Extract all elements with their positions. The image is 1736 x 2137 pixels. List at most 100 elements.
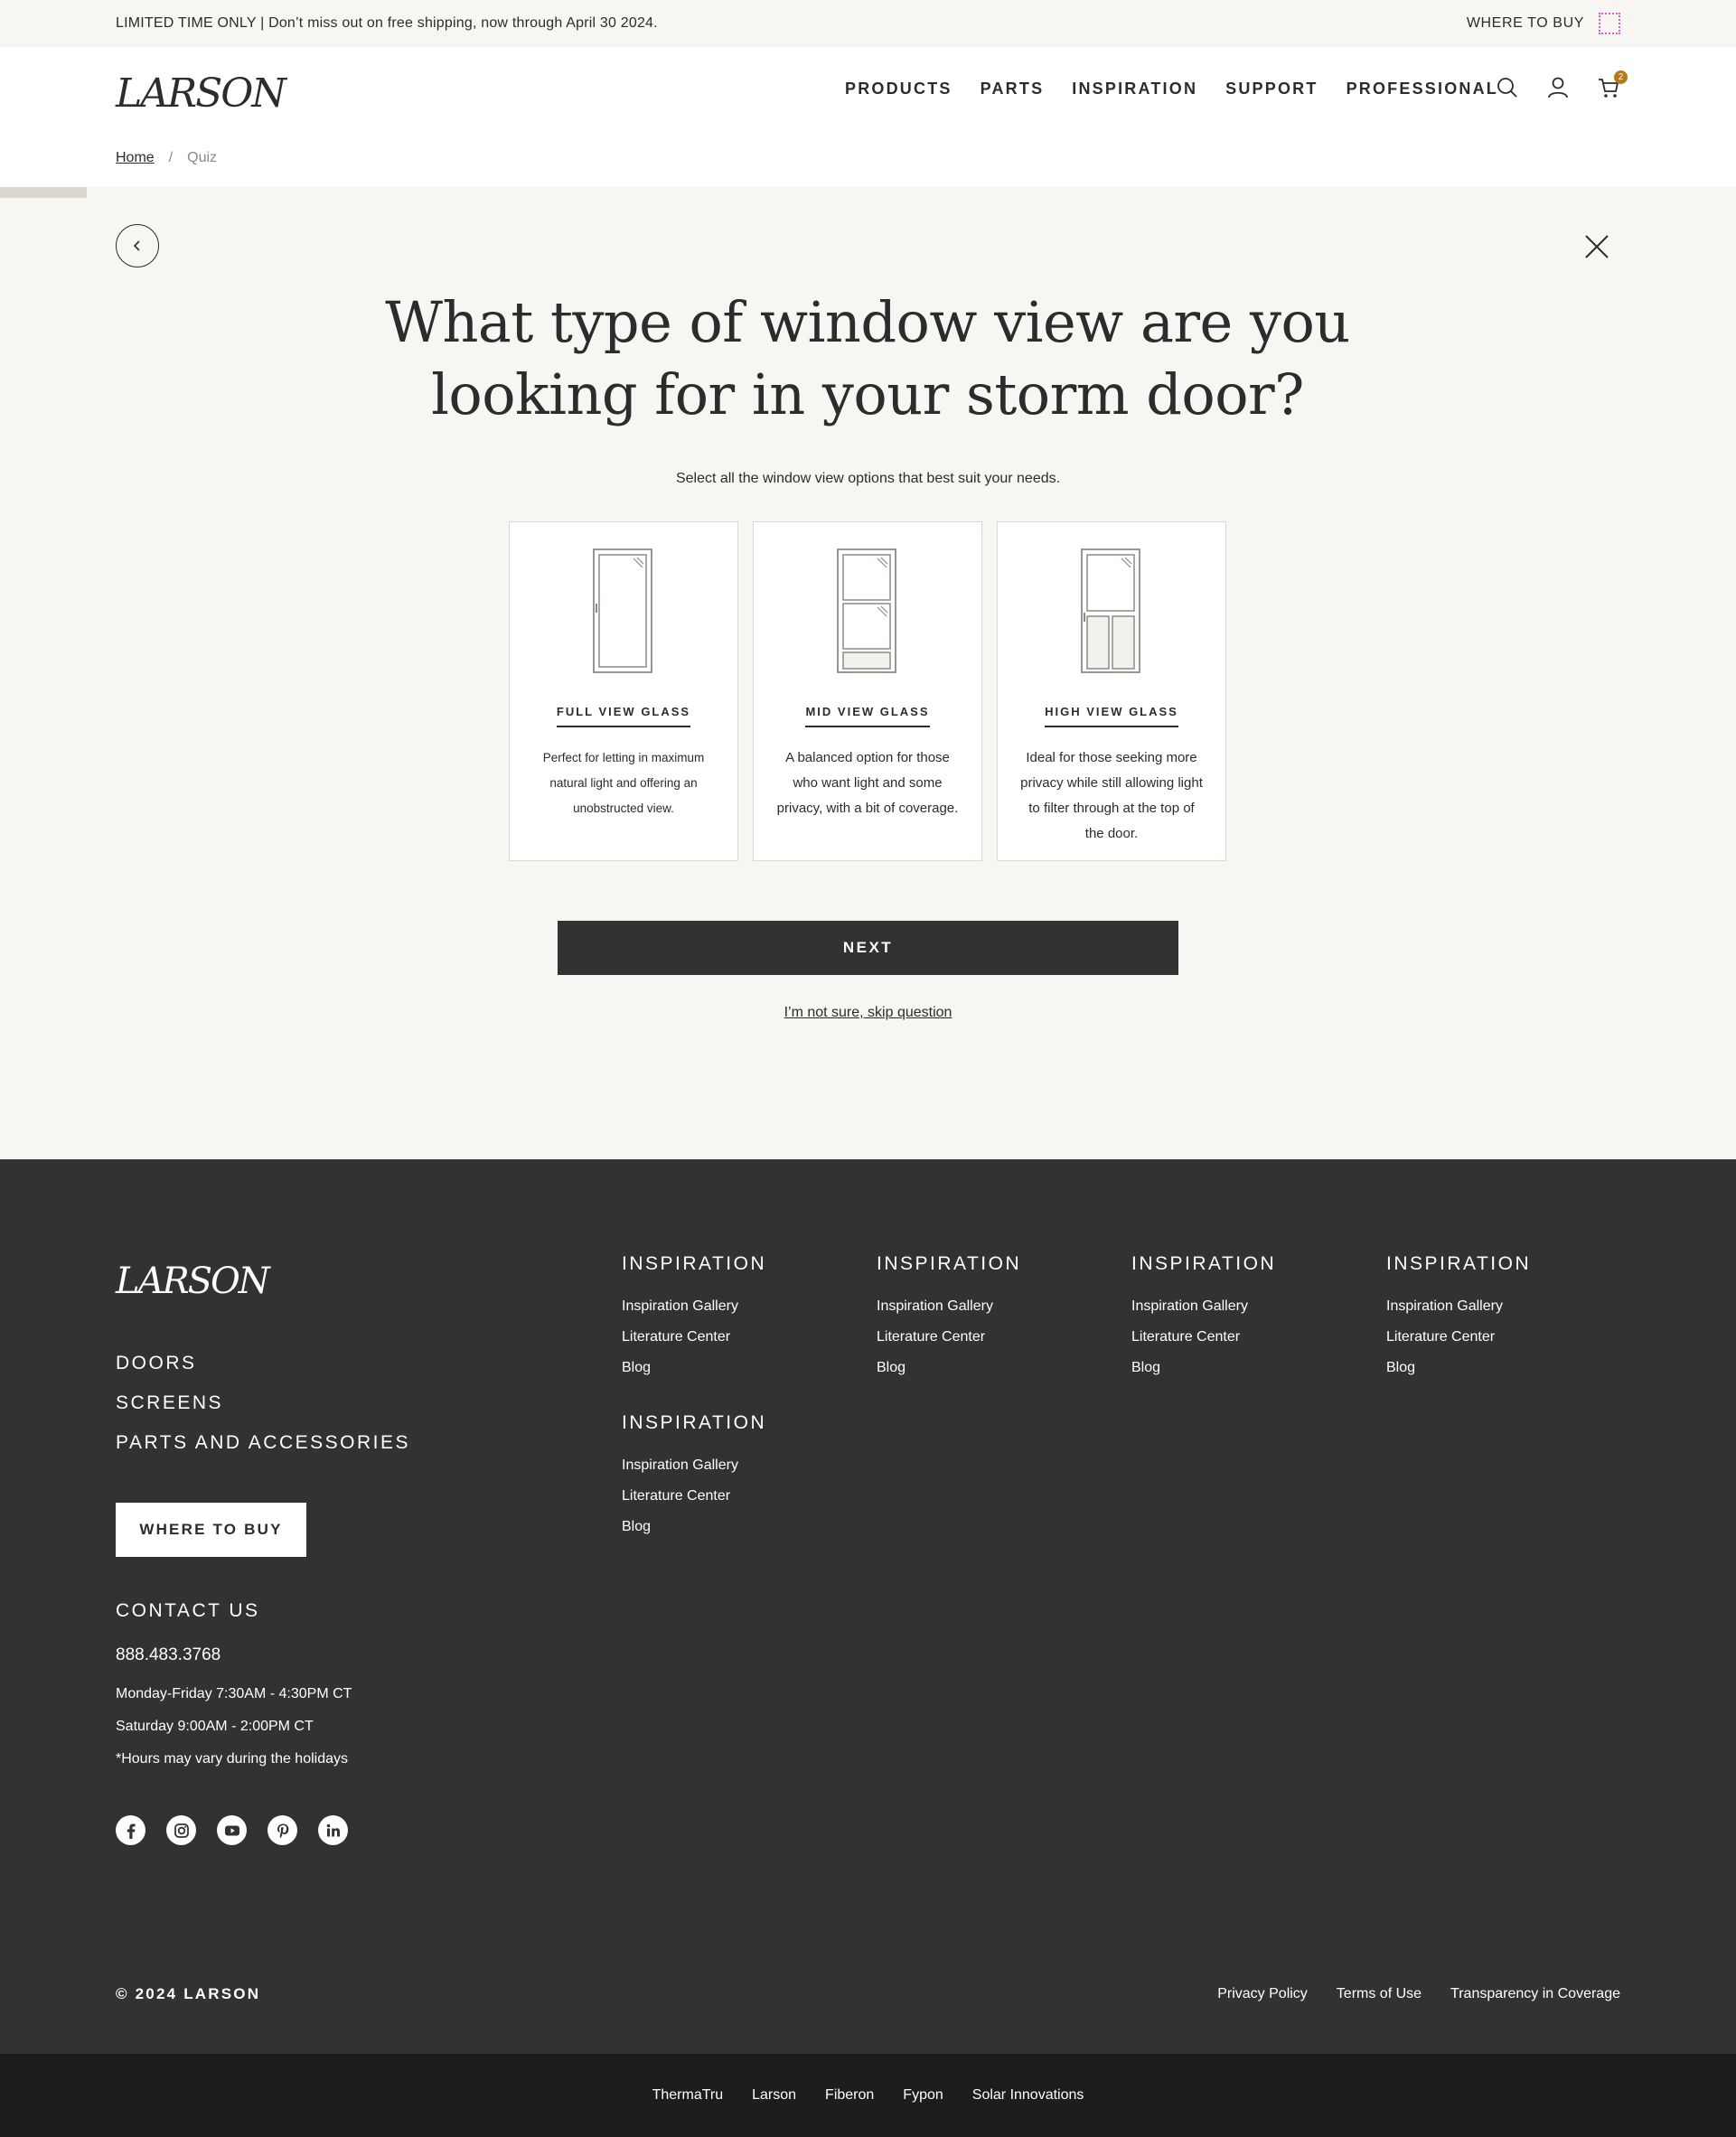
nav-parts[interactable]: PARTS [981,80,1045,98]
footer-link-inspiration-gallery[interactable]: Inspiration Gallery [622,1457,857,1474]
copyright: © 2024 LARSON [116,1985,261,2002]
quiz-progress-fill [0,187,88,198]
skip-question-link[interactable]: I’m not sure, skip question [784,1005,952,1020]
search-icon[interactable] [1496,76,1519,99]
footer-column-title: INSPIRATION [622,1412,767,1433]
nav-products[interactable]: PRODUCTS [845,80,952,98]
footer-link-literature-center[interactable]: Literature Center [1386,1329,1621,1345]
legal-links: Privacy Policy Terms of Use Transparency… [1217,1986,1620,2002]
option-title: FULL VIEW GLASS [556,705,691,727]
full-view-door-icon [530,548,718,676]
hours-saturday: Saturday 9:00AM - 2:00PM CT [116,1719,314,1734]
quiz-progress-bar [0,187,1736,198]
close-icon [1585,235,1609,258]
breadcrumb: Home / Quiz [116,150,217,166]
footer-link-inspiration-gallery[interactable]: Inspiration Gallery [877,1298,1112,1315]
terms-of-use-link[interactable]: Terms of Use [1337,1986,1422,2002]
footer-link-screens[interactable]: SCREENS [116,1392,410,1414]
footer-link-blog[interactable]: Blog [877,1360,1112,1376]
footer-column-title: INSPIRATION [877,1253,1022,1274]
promo-text: LIMITED TIME ONLY | Don’t miss out on fr… [116,15,658,31]
footer-column: INSPIRATION Inspiration Gallery Literatu… [622,1253,857,1391]
footer-column-title: INSPIRATION [622,1253,767,1274]
option-card-high-view[interactable]: HIGH VIEW GLASS Ideal for those seeking … [997,521,1226,861]
footer-where-to-buy-button[interactable]: WHERE TO BUY [116,1503,306,1557]
footer-link-literature-center[interactable]: Literature Center [877,1329,1112,1345]
contact-hours: Monday-Friday 7:30AM - 4:30PM CT Saturda… [116,1678,352,1776]
footer-link-blog[interactable]: Blog [1386,1360,1621,1376]
footer-link-blog[interactable]: Blog [622,1360,857,1376]
hours-holiday-note: *Hours may vary during the holidays [116,1751,349,1767]
footer-column: INSPIRATION Inspiration Gallery Literatu… [1131,1253,1366,1391]
quiz-back-button[interactable] [116,224,159,267]
footer-column: INSPIRATION Inspiration Gallery Literatu… [877,1253,1112,1391]
site-header: LARSON PRODUCTS PARTS INSPIRATION SUPPOR… [0,47,1736,187]
option-title: MID VIEW GLASS [805,705,930,727]
footer-link-literature-center[interactable]: Literature Center [622,1488,857,1504]
footer-link-doors[interactable]: DOORS [116,1353,410,1374]
promo-bar: LIMITED TIME ONLY | Don’t miss out on fr… [0,0,1736,47]
chevron-left-icon [133,240,140,251]
cart-count-badge: 2 [1614,70,1628,84]
linkedin-icon[interactable] [318,1815,348,1845]
option-card-mid-view[interactable]: MID VIEW GLASS A balanced option for tho… [753,521,982,861]
option-description: Ideal for those seeking more privacy whi… [1020,750,1203,841]
quiz-options: FULL VIEW GLASS Perfect for letting in m… [509,521,1226,861]
contact-title: CONTACT US [116,1600,260,1621]
nav-support[interactable]: SUPPORT [1225,80,1318,98]
brand-link-fiberon[interactable]: Fiberon [825,2087,874,2104]
high-view-door-icon [1018,548,1206,676]
brand-link-thermatru[interactable]: ThermaTru [652,2087,724,2104]
breadcrumb-home[interactable]: Home [116,150,155,166]
footer-link-parts[interactable]: PARTS AND ACCESSORIES [116,1432,410,1454]
social-links [116,1815,348,1845]
brand-link-solar-innovations[interactable]: Solar Innovations [972,2087,1084,2104]
footer-link-blog[interactable]: Blog [622,1519,857,1535]
brand-link-larson[interactable]: Larson [752,2087,796,2104]
footer-column: INSPIRATION Inspiration Gallery Literatu… [622,1412,857,1550]
footer-link-inspiration-gallery[interactable]: Inspiration Gallery [1386,1298,1621,1315]
pinterest-icon[interactable] [267,1815,297,1845]
quiz-close-button[interactable] [1582,232,1611,261]
nav-professional[interactable]: PROFESSIONAL [1347,80,1498,98]
footer-column-title: INSPIRATION [1386,1253,1532,1274]
instagram-icon[interactable] [166,1815,196,1845]
footer-contact: CONTACT US 888.483.3768 Monday-Friday 7:… [116,1600,352,1776]
nav-inspiration[interactable]: INSPIRATION [1072,80,1197,98]
footer-link-inspiration-gallery[interactable]: Inspiration Gallery [622,1298,857,1315]
where-to-buy-link[interactable]: WHERE TO BUY [1467,15,1584,32]
footer-larson-logo[interactable]: LARSON [116,1261,270,1302]
option-title: HIGH VIEW GLASS [1045,705,1178,727]
account-icon[interactable] [1546,76,1570,99]
brand-link-fypon[interactable]: Fypon [903,2087,943,2104]
option-description: A balanced option for those who want lig… [776,750,959,816]
option-card-full-view[interactable]: FULL VIEW GLASS Perfect for letting in m… [509,521,738,861]
youtube-icon[interactable] [217,1815,247,1845]
footer-link-literature-center[interactable]: Literature Center [622,1329,857,1345]
privacy-policy-link[interactable]: Privacy Policy [1217,1986,1308,2002]
footer-column: INSPIRATION Inspiration Gallery Literatu… [1386,1253,1621,1391]
skip-question: I’m not sure, skip question [0,1005,1736,1021]
next-button[interactable]: NEXT [558,921,1178,975]
transparency-in-coverage-link[interactable]: Transparency in Coverage [1450,1986,1620,2002]
brand-bar: ThermaTru Larson Fiberon Fypon Solar Inn… [0,2054,1736,2137]
facebook-icon[interactable] [116,1815,145,1845]
footer-bottom: © 2024 LARSON Privacy Policy Terms of Us… [116,1985,1620,2003]
footer-main-links: DOORS SCREENS PARTS AND ACCESSORIES [116,1353,410,1472]
hours-weekday: Monday-Friday 7:30AM - 4:30PM CT [116,1686,352,1701]
footer-link-literature-center[interactable]: Literature Center [1131,1329,1366,1345]
quiz-question: What type of window view are you looking… [385,289,1350,427]
mid-view-door-icon [774,548,962,676]
larson-logo[interactable]: LARSON [116,70,286,117]
option-description: Perfect for letting in maximum natural l… [542,751,705,815]
header-icons: 2 [1496,70,1628,99]
cart-icon[interactable]: 2 [1597,70,1628,99]
breadcrumb-separator: / [168,150,174,165]
promo-right: WHERE TO BUY [1467,13,1620,34]
footer-link-inspiration-gallery[interactable]: Inspiration Gallery [1131,1298,1366,1315]
footer-link-blog[interactable]: Blog [1131,1360,1366,1376]
breadcrumb-current: Quiz [187,150,218,165]
locale-flag-icon[interactable] [1599,13,1620,34]
footer-column-title: INSPIRATION [1131,1253,1277,1274]
contact-phone[interactable]: 888.483.3768 [116,1645,352,1665]
